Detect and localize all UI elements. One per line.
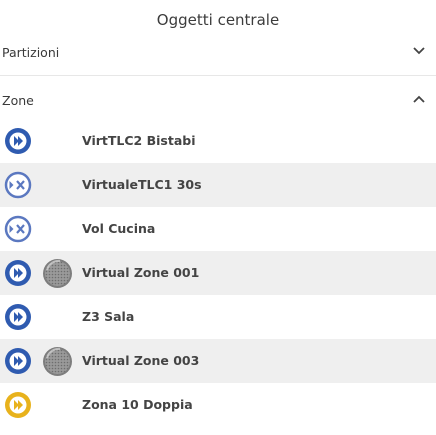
zone-row[interactable]: Vol Cucina [0, 207, 436, 251]
zone-name: Vol Cucina [82, 221, 156, 236]
zone-row[interactable]: VirtualeTLC1 30s [0, 163, 436, 207]
zone-row[interactable]: VirtTLC2 Bistabi [0, 119, 436, 163]
bypass-circle-icon[interactable] [3, 214, 33, 244]
page-title: Oggetti centrale [156, 11, 280, 29]
section-partitions-label: Partizioni [2, 45, 60, 60]
play-circle-icon[interactable] [3, 390, 33, 420]
play-circle-icon[interactable] [3, 302, 33, 332]
zone-name: Z3 Sala [82, 309, 135, 324]
zone-name: VirtTLC2 Bistabi [82, 133, 196, 148]
chevron-down-icon[interactable] [412, 46, 426, 56]
sensor-icon [43, 347, 72, 376]
zone-name: Virtual Zone 001 [82, 265, 200, 280]
zone-name: Zona 10 Doppia [82, 397, 193, 412]
section-zones[interactable]: Zone [0, 85, 436, 115]
chevron-up-icon[interactable] [412, 94, 426, 104]
zone-row[interactable]: Zona 10 Doppia [0, 383, 436, 427]
play-circle-icon[interactable] [3, 258, 33, 288]
sensor-icon [43, 259, 72, 288]
zone-name: Virtual Zone 003 [82, 353, 200, 368]
section-partitions[interactable]: Partizioni [0, 37, 436, 67]
zone-row[interactable]: Virtual Zone 001 [0, 251, 436, 295]
zone-row[interactable]: Z3 Sala [0, 295, 436, 339]
section-zones-label: Zone [2, 93, 34, 108]
play-circle-icon[interactable] [3, 346, 33, 376]
play-circle-icon[interactable] [3, 126, 33, 156]
zone-row[interactable]: Virtual Zone 003 [0, 339, 436, 383]
section-divider [0, 75, 436, 76]
zone-name: VirtualeTLC1 30s [82, 177, 202, 192]
bypass-circle-icon[interactable] [3, 170, 33, 200]
